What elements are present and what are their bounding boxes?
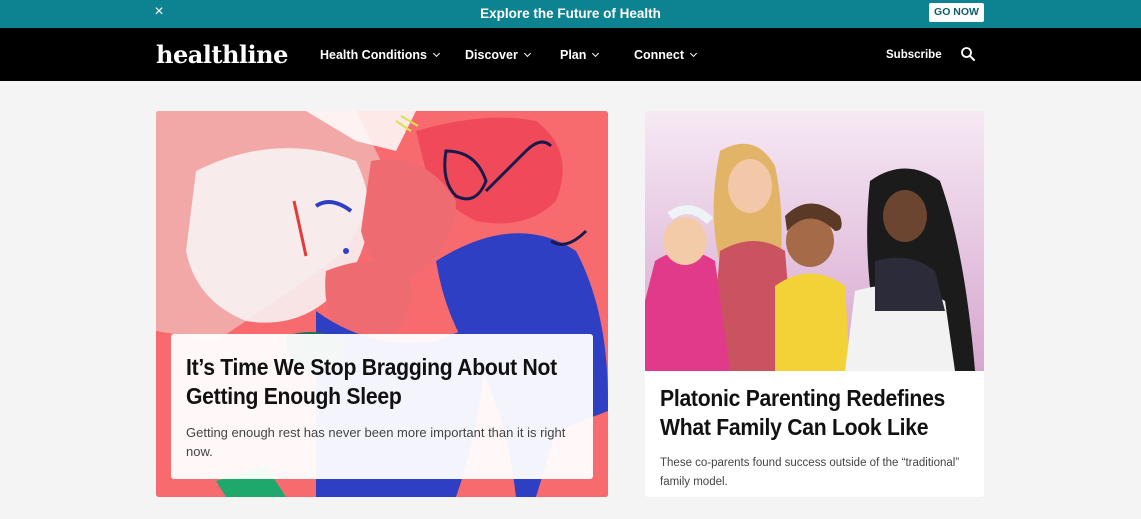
chevron-down-icon bbox=[523, 49, 531, 58]
article-title[interactable]: Platonic Parenting Redefines What Family… bbox=[660, 384, 973, 442]
search-icon[interactable] bbox=[960, 46, 976, 62]
article-dek: Getting enough rest has never been more … bbox=[186, 425, 566, 459]
chevron-down-icon bbox=[432, 49, 440, 58]
nav-item-label: Plan bbox=[560, 48, 587, 62]
chevron-down-icon bbox=[689, 49, 698, 58]
article-card-featured[interactable]: It’s Time We Stop Bragging About Not Get… bbox=[156, 111, 608, 497]
healthline-logo[interactable]: healthline bbox=[156, 40, 288, 69]
article-card[interactable]: Platonic Parenting Redefines What Family… bbox=[645, 111, 984, 497]
article-summary: Platonic Parenting Redefines What Family… bbox=[660, 384, 970, 492]
chevron-down-icon bbox=[592, 49, 600, 58]
nav-item-connect[interactable]: Connect bbox=[634, 48, 698, 62]
nav-item-plan[interactable]: Plan bbox=[560, 48, 600, 62]
nav-item-label: Health Conditions bbox=[320, 48, 427, 62]
promo-banner: × Explore the Future of Health GO NOW bbox=[0, 0, 1141, 28]
family-photo bbox=[645, 111, 984, 371]
nav-item-label: Discover bbox=[465, 48, 518, 62]
article-title[interactable]: It’s Time We Stop Bragging About Not Get… bbox=[186, 353, 582, 411]
nav-item-discover[interactable]: Discover bbox=[465, 48, 531, 62]
subscribe-link[interactable]: Subscribe bbox=[886, 49, 942, 61]
nav-item-label: Connect bbox=[634, 48, 684, 62]
main-nav: healthline Health Conditions Discover Pl… bbox=[0, 28, 1141, 81]
article-summary-box: It’s Time We Stop Bragging About Not Get… bbox=[171, 334, 593, 479]
nav-item-health-conditions[interactable]: Health Conditions bbox=[320, 48, 440, 62]
article-dek: These co-parents found success outside o… bbox=[660, 457, 960, 488]
go-now-button[interactable]: GO NOW bbox=[929, 3, 984, 22]
